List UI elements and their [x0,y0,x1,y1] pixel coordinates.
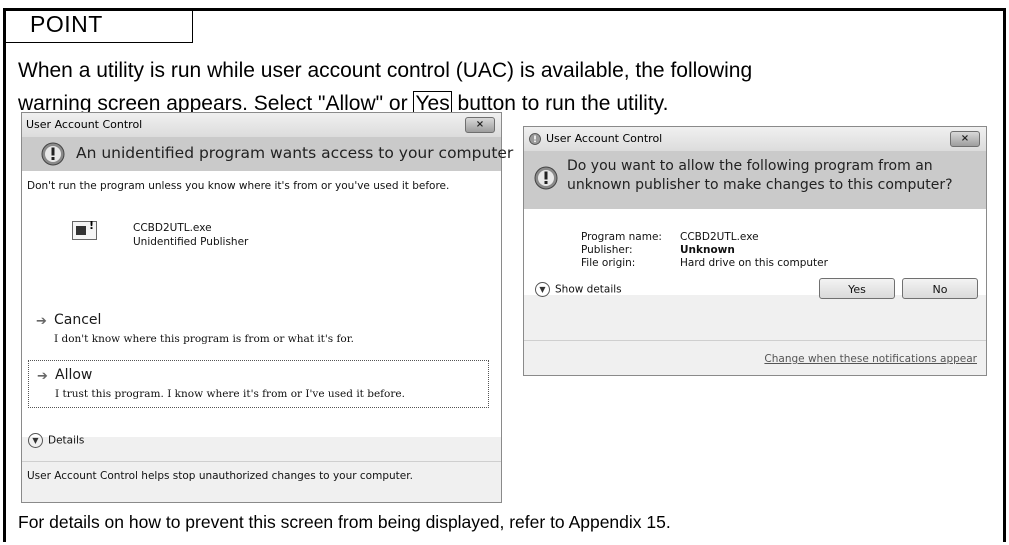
allow-option[interactable]: ➔ Allow I trust this program. I know whe… [28,360,489,408]
dialog-heading: An unidentified program wants access to … [76,144,514,162]
publisher-value: Unknown [680,244,735,256]
arrow-right-icon: ➔ [37,369,48,384]
divider [524,340,986,341]
allow-option-title: Allow [55,367,93,383]
intro-line-1: When a utility is run while user account… [18,59,753,82]
intro-text: When a utility is run while user account… [18,54,998,120]
show-details-label: Show details [555,283,622,296]
file-origin-value: Hard drive on this computer [680,257,828,269]
dialog-banner: Do you want to allow the following progr… [524,151,986,209]
program-name-label: Program name: [581,231,662,243]
publisher-label: Publisher: [581,244,633,256]
dialog-title: User Account Control [26,118,143,131]
program-name-row: Program name: CCBD2UTL.exe [581,231,828,244]
uac-dialog-unknown-publisher: User Account Control × Do you want to al… [523,126,987,376]
dialog-banner: An unidentified program wants access to … [22,137,513,171]
program-file-icon [72,219,97,240]
cancel-option[interactable]: ➔ Cancel I don't know where this program… [28,311,489,351]
program-file-name: CCBD2UTL.exe [133,222,212,234]
cancel-option-description: I don't know where this program is from … [54,333,354,345]
change-notifications-link[interactable]: Change when these notifications appear [764,353,977,365]
program-publisher: Unidentified Publisher [133,236,249,248]
dialog-titlebar: User Account Control × [22,113,501,137]
dialog-heading: Do you want to allow the following progr… [567,158,953,193]
point-label: POINT [3,8,193,43]
details-toggle[interactable]: ▼ Details [28,433,84,448]
program-details: Program name: CCBD2UTL.exe Publisher: Unkn… [581,231,828,270]
close-button[interactable]: × [950,131,980,147]
warning-text: Don't run the program unless you know wh… [27,180,450,192]
uac-small-shield-icon [529,133,541,145]
program-name-value: CCBD2UTL.exe [680,231,759,243]
program-info: CCBD2UTL.exe Unidentified Publisher [133,221,248,249]
dialog-titlebar: User Account Control × [524,127,986,151]
cancel-option-title: Cancel [54,312,102,328]
uac-footer-text: User Account Control helps stop unauthor… [27,470,413,482]
publisher-row: Publisher: Unknown [581,244,828,257]
no-button[interactable]: No [902,278,978,299]
uac-dialog-unidentified: User Account Control × An unidentified p… [21,112,513,503]
allow-option-description: I trust this program. I know where it's … [55,388,405,400]
file-origin-row: File origin: Hard drive on this computer [581,257,828,270]
yes-button[interactable]: Yes [819,278,895,299]
close-button[interactable]: × [465,117,495,133]
dialog-title: User Account Control [546,132,663,145]
arrow-right-icon: ➔ [36,314,47,329]
details-label: Details [48,434,85,447]
footer-note: For details on how to prevent this scree… [18,512,671,532]
chevron-down-icon: ▼ [28,433,43,448]
chevron-down-icon: ▼ [535,282,550,297]
divider [22,461,501,462]
uac-shield-icon [41,142,65,166]
uac-shield-icon [534,166,558,190]
dialog-body: Don't run the program unless you know wh… [22,171,501,437]
file-origin-label: File origin: [581,257,636,269]
show-details-toggle[interactable]: ▼ Show details [535,282,622,297]
